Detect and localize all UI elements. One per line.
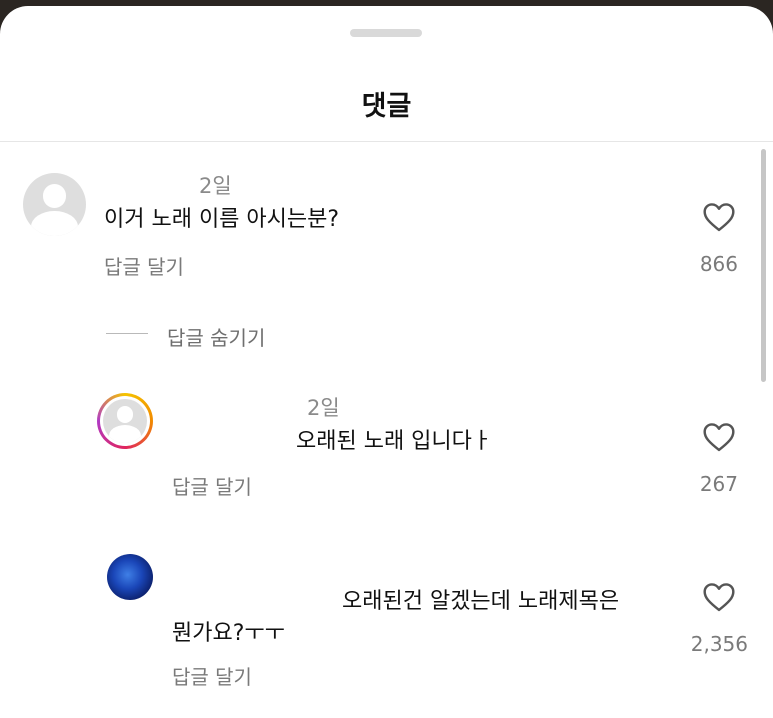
avatar-body-shape	[108, 425, 142, 443]
scrollbar[interactable]	[761, 149, 766, 382]
reply-time: 2일	[307, 396, 340, 420]
like-count: 866	[699, 252, 738, 276]
profile-avatar[interactable]	[23, 173, 86, 236]
heart-icon[interactable]	[702, 202, 736, 232]
avatar-body-shape	[31, 210, 78, 236]
like-count: 2,356	[690, 632, 748, 656]
comment-text: 이거 노래 이름 아시는분?	[104, 207, 340, 232]
reply-text-line1: 오래된건 알겠는데 노래제목은	[342, 589, 620, 614]
reply-button[interactable]: 답글 달기	[172, 471, 252, 500]
drag-handle[interactable]	[350, 29, 422, 37]
profile-avatar	[103, 399, 147, 443]
title-divider	[0, 141, 773, 142]
reply-text: 오래된 노래 입니다ㅏ	[296, 429, 493, 454]
comments-sheet: 댓글 2일 이거 노래 이름 아시는분? 답글 달기 866 답글 숨기기 2일…	[0, 6, 773, 718]
reply-text-line2: 뭔가요?ㅜㅜ	[172, 621, 285, 646]
profile-avatar[interactable]	[107, 554, 153, 600]
avatar-head-shape	[116, 406, 134, 424]
avatar-head-shape	[42, 183, 67, 208]
story-ring[interactable]	[97, 393, 153, 449]
heart-icon[interactable]	[702, 422, 736, 452]
hide-replies-button[interactable]: 답글 숨기기	[167, 322, 265, 351]
heart-icon[interactable]	[702, 582, 736, 612]
like-count: 267	[699, 472, 738, 496]
thread-line	[106, 333, 148, 334]
reply-button[interactable]: 답글 달기	[172, 661, 252, 690]
sheet-title: 댓글	[361, 91, 412, 122]
reply-button[interactable]: 답글 달기	[104, 251, 184, 280]
comment-time: 2일	[199, 174, 232, 198]
